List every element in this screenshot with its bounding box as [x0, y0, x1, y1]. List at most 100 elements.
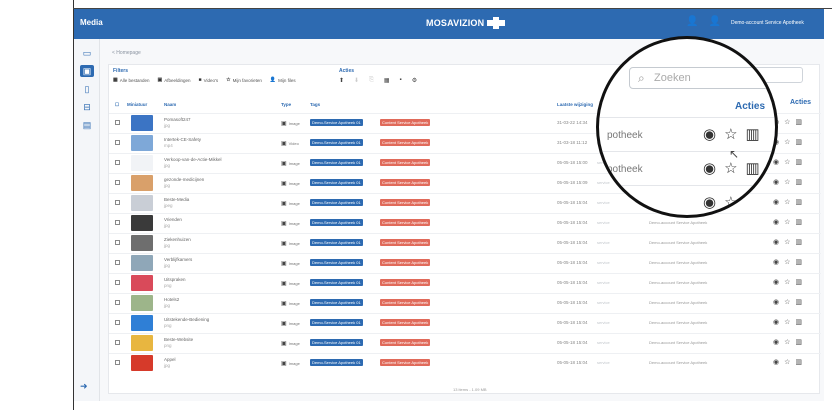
zoom-search-box[interactable]: ⌕ Zoeken — [629, 67, 769, 89]
delete-icon[interactable]: ▥ — [795, 238, 802, 246]
row-name[interactable]: Beste-Media — [164, 197, 189, 202]
row-tag-primary[interactable]: Demo-Service Apotheek 01 — [310, 119, 363, 126]
row-thumbnail[interactable] — [131, 195, 153, 211]
delete-icon[interactable]: ▥ — [795, 278, 802, 286]
row-tag-secondary[interactable]: Content Service Apotheek — [380, 119, 431, 126]
user-label[interactable]: Demo-account Service Apotheek — [731, 20, 804, 26]
row-tag-secondary[interactable]: Content Service Apotheek — [380, 259, 431, 266]
row-tag-secondary[interactable]: Content Service Apotheek — [380, 239, 431, 246]
row-thumbnail[interactable] — [131, 135, 153, 151]
view-icon[interactable]: ◉ — [773, 338, 779, 346]
row-thumbnail[interactable] — [131, 155, 153, 171]
row-tag-primary[interactable]: Demo-Service Apotheek 01 — [310, 259, 363, 266]
header-select-checkbox[interactable]: ☐ — [115, 102, 119, 108]
view-icon[interactable]: ◉ — [773, 238, 779, 246]
row-tag-secondary[interactable]: Content Service Apotheek — [380, 199, 431, 206]
row-checkbox[interactable] — [115, 340, 120, 345]
tablet-icon[interactable]: ▯ — [80, 83, 94, 95]
copy-icon[interactable]: ⎘ — [369, 77, 374, 84]
upload-icon[interactable]: ⬆ — [339, 77, 344, 84]
delete-icon[interactable]: ▥ — [795, 178, 802, 186]
delete-icon[interactable]: ▥ — [746, 159, 760, 177]
row-name[interactable]: Uitspraken — [164, 277, 186, 282]
table-row[interactable]: Vrienden jpg ▣ Image Demo-Service Apotheek 0… — [109, 213, 821, 231]
row-tag-secondary[interactable]: Content Service Apotheek — [380, 179, 431, 186]
row-checkbox[interactable] — [115, 180, 120, 185]
user-icon[interactable]: 👤 — [708, 16, 720, 27]
download-icon[interactable]: ⬇ — [354, 77, 359, 84]
row-name[interactable]: Ziekenhuizen — [164, 237, 191, 242]
favorite-icon[interactable]: ☆ — [784, 118, 790, 126]
delete-icon[interactable]: ▥ — [795, 158, 802, 166]
delete-icon[interactable]: ▥ — [795, 118, 802, 126]
row-tag-primary[interactable]: Demo-Service Apotheek 01 — [310, 339, 363, 346]
delete-icon[interactable]: ▥ — [795, 138, 802, 146]
row-thumbnail[interactable] — [131, 235, 153, 251]
filter-videos[interactable]: ■ Video's — [199, 77, 219, 83]
view-icon[interactable]: ◉ — [703, 125, 716, 143]
delete-icon[interactable]: ▥ — [795, 198, 802, 206]
favorite-icon[interactable]: ☆ — [784, 278, 790, 286]
row-thumbnail[interactable] — [131, 175, 153, 191]
view-icon[interactable]: ◉ — [703, 159, 716, 177]
row-name[interactable]: Verkoop-van-de-Actie-Mikkel — [164, 157, 222, 162]
calendar-icon[interactable]: ▤ — [80, 119, 94, 131]
breadcrumb[interactable]: < Homepage — [112, 50, 141, 56]
filter-favorites[interactable]: ☆ Mijn favorieten — [226, 77, 262, 83]
row-thumbnail[interactable] — [131, 275, 153, 291]
row-name[interactable]: Vrienden — [164, 217, 182, 222]
row-name[interactable]: Intertek-CE-Safety — [164, 137, 201, 142]
row-name[interactable]: Appel — [164, 357, 176, 362]
settings-icon[interactable]: ⚙ — [412, 77, 417, 84]
row-checkbox[interactable] — [115, 320, 120, 325]
delete-icon[interactable]: ▥ — [795, 358, 802, 366]
delete-icon[interactable]: ▥ — [795, 218, 802, 226]
row-name[interactable]: Hotels2 — [164, 297, 179, 302]
favorite-icon[interactable]: ☆ — [784, 198, 790, 206]
table-row[interactable]: Uitspraken png ▣ Image Demo-Service Apotheek… — [109, 273, 821, 291]
favorite-icon[interactable]: ☆ — [784, 338, 790, 346]
header-tags[interactable]: Tags — [310, 102, 320, 107]
row-tag-secondary[interactable]: Content Service Apotheek — [380, 319, 431, 326]
monitor-icon[interactable]: ▭ — [80, 47, 94, 59]
row-checkbox[interactable] — [115, 160, 120, 165]
favorite-icon[interactable]: ☆ — [784, 218, 790, 226]
view-icon[interactable]: ◉ — [773, 358, 779, 366]
favorite-icon[interactable]: ☆ — [724, 193, 737, 211]
row-tag-primary[interactable]: Demo-Service Apotheek 01 — [310, 179, 363, 186]
delete-icon[interactable]: ▥ — [795, 318, 802, 326]
row-thumbnail[interactable] — [131, 355, 153, 371]
row-checkbox[interactable] — [115, 240, 120, 245]
view-icon[interactable]: ◉ — [703, 193, 716, 211]
table-row[interactable]: Appel jpg ▣ Image Demo-Service Apotheek 01 Co… — [109, 353, 821, 371]
delete-icon[interactable]: ▥ — [746, 193, 760, 211]
row-tag-primary[interactable]: Demo-Service Apotheek 01 — [310, 359, 363, 366]
delete-icon[interactable]: ▥ — [746, 125, 760, 143]
row-tag-primary[interactable]: Demo-Service Apotheek 01 — [310, 219, 363, 226]
row-tag-primary[interactable]: Demo-Service Apotheek 01 — [310, 239, 363, 246]
row-tag-secondary[interactable]: Content Service Apotheek — [380, 339, 431, 346]
row-thumbnail[interactable] — [131, 255, 153, 271]
header-type[interactable]: Type — [281, 102, 291, 107]
view-icon[interactable]: ◉ — [773, 258, 779, 266]
row-tag-secondary[interactable]: Content Service Apotheek — [380, 139, 431, 146]
table-row[interactable]: Ziekenhuizen jpg ▣ Image Demo-Service Apothe… — [109, 233, 821, 251]
row-tag-secondary[interactable]: Content Service Apotheek — [380, 299, 431, 306]
row-name[interactable]: Beste-Website — [164, 337, 193, 342]
row-tag-primary[interactable]: Demo-Service Apotheek 01 — [310, 159, 363, 166]
row-tag-primary[interactable]: Demo-Service Apotheek 01 — [310, 199, 363, 206]
delete-icon[interactable]: ▥ — [795, 298, 802, 306]
sign-out-icon[interactable]: ➜ — [80, 381, 88, 392]
favorite-icon[interactable]: ☆ — [784, 358, 790, 366]
row-tag-secondary[interactable]: Content Service Apotheek — [380, 219, 431, 226]
trash-icon[interactable]: ▪ — [400, 77, 402, 84]
favorite-icon[interactable]: ☆ — [784, 238, 790, 246]
row-thumbnail[interactable] — [131, 335, 153, 351]
header-name[interactable]: Naam — [164, 102, 176, 107]
filter-all[interactable]: ▦ Alle bestanden — [113, 77, 150, 83]
table-row[interactable]: Hotels2 jpg ▣ Image Demo-Service Apotheek 01… — [109, 293, 821, 311]
row-checkbox[interactable] — [115, 140, 120, 145]
view-icon[interactable]: ◉ — [773, 218, 779, 226]
view-icon[interactable]: ◉ — [773, 278, 779, 286]
delete-icon[interactable]: ▥ — [795, 338, 802, 346]
